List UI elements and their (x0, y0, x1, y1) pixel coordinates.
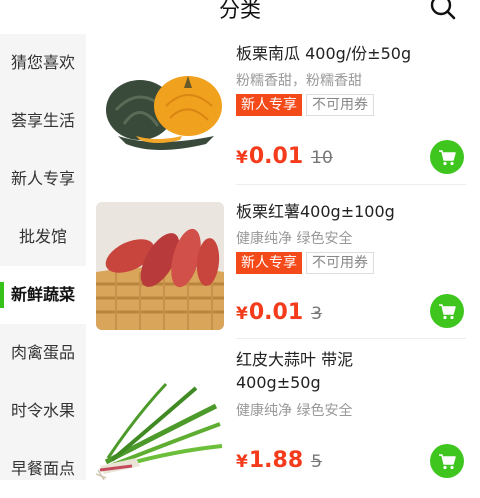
sidebar-item-label: 批发馆 (18, 227, 67, 246)
product-image-sweet-potato[interactable] (96, 202, 224, 330)
sidebar-item-newcomer[interactable]: 新人专享 (0, 150, 86, 208)
current-price: 0.01 (248, 300, 304, 325)
sidebar-item-label: 荟享生活 (10, 111, 75, 130)
product-description: 粉糯香甜，粉糯香甜 (236, 73, 362, 89)
product-list: 板栗南瓜 400g/份±50g 粉糯香甜，粉糯香甜 新人专享 不可用券 ¥0.01… (86, 34, 480, 494)
newcomer-tag: 新人专享 (236, 94, 302, 116)
sidebar-item-label: 早餐面点 (10, 459, 75, 478)
product-description: 健康纯净 绿色安全 (236, 231, 353, 247)
currency-symbol: ¥ (236, 304, 248, 324)
sidebar-item-label: 猜您喜欢 (10, 53, 75, 72)
no-coupon-tag: 不可用券 (306, 252, 374, 274)
product-tags: 新人专享 不可用券 (236, 252, 378, 276)
product-image-pumpkin[interactable] (96, 44, 224, 172)
product-card[interactable]: 板栗南瓜 400g/份±50g 粉糯香甜，粉糯香甜 新人专享 不可用券 ¥0.01… (86, 34, 480, 185)
product-name: 红皮大蒜叶 带泥 400g±50g (236, 348, 466, 394)
page-title: 分类 (219, 0, 261, 22)
original-price: 5 (311, 452, 322, 472)
add-to-cart-button[interactable] (430, 444, 464, 478)
sidebar-item-fresh-vegetables[interactable]: 新鲜蔬菜 (0, 266, 86, 324)
product-card[interactable]: 红皮大蒜叶 带泥 400g±50g 健康纯净 绿色安全 ¥1.88 5 (86, 346, 480, 496)
currency-symbol: ¥ (236, 148, 248, 168)
original-price: 3 (311, 304, 322, 324)
sidebar-item-wholesale[interactable]: 批发馆 (0, 208, 86, 266)
original-price: 10 (311, 148, 333, 168)
sidebar-item-label: 新人专享 (10, 169, 75, 188)
currency-symbol: ¥ (236, 452, 248, 472)
current-price: 0.01 (248, 144, 304, 169)
sidebar-item-label: 肉禽蛋品 (10, 343, 75, 362)
current-price: 1.88 (248, 448, 304, 473)
active-indicator (0, 282, 4, 308)
no-coupon-tag: 不可用券 (306, 94, 374, 116)
product-card[interactable]: 板栗红薯400g±100g 健康纯净 绿色安全 新人专享 不可用券 ¥0.01 3 (86, 192, 480, 342)
search-button[interactable] (430, 0, 456, 26)
product-image-garlic-leaves[interactable] (96, 366, 224, 494)
divider (236, 338, 466, 339)
search-icon (430, 0, 456, 20)
add-to-cart-button[interactable] (430, 140, 464, 174)
category-sidebar: 猜您喜欢 荟享生活 新人专享 批发馆 新鲜蔬菜 肉禽蛋品 时令水果 早餐面点 (0, 34, 86, 480)
product-tags: 新人专享 不可用券 (236, 94, 378, 118)
product-name: 板栗红薯400g±100g (236, 202, 395, 221)
sidebar-item-meat-eggs[interactable]: 肉禽蛋品 (0, 324, 86, 382)
product-name-line: 400g±50g (236, 373, 321, 392)
top-bar: 分类 (0, 0, 480, 34)
product-name: 板栗南瓜 400g/份±50g (236, 44, 412, 63)
sidebar-item-breakfast[interactable]: 早餐面点 (0, 440, 86, 498)
price-block: ¥1.88 5 (236, 448, 322, 473)
cart-icon (439, 454, 456, 470)
price-block: ¥0.01 10 (236, 144, 333, 169)
product-description: 健康纯净 绿色安全 (236, 403, 353, 419)
cart-icon (439, 304, 456, 320)
price-block: ¥0.01 3 (236, 300, 322, 325)
divider (236, 184, 466, 185)
sidebar-item-guess-you-like[interactable]: 猜您喜欢 (0, 34, 86, 92)
add-to-cart-button[interactable] (430, 294, 464, 328)
sidebar-item-life[interactable]: 荟享生活 (0, 92, 86, 150)
newcomer-tag: 新人专享 (236, 252, 302, 274)
sidebar-item-seasonal-fruit[interactable]: 时令水果 (0, 382, 86, 440)
sidebar-item-label: 时令水果 (10, 401, 75, 420)
product-name-line: 红皮大蒜叶 带泥 (236, 350, 354, 369)
sidebar-item-label: 新鲜蔬菜 (10, 285, 75, 304)
cart-icon (439, 150, 456, 166)
